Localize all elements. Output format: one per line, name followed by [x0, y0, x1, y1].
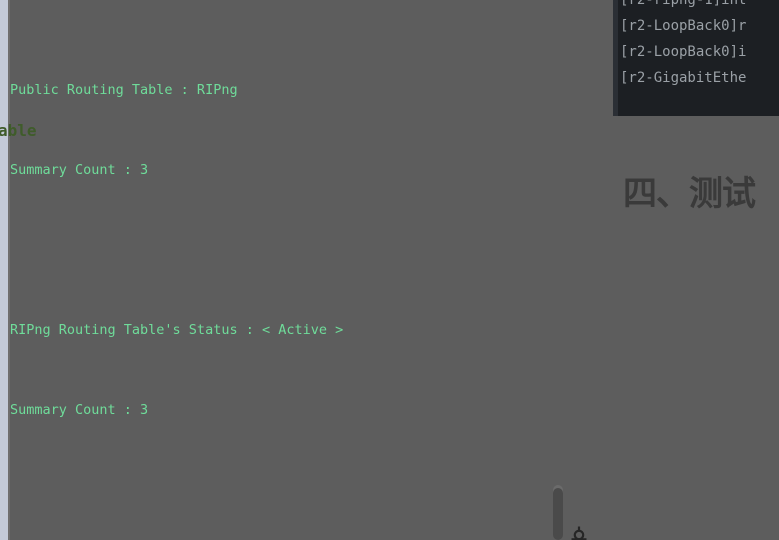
terminal-window: Public Routing Table : RIPng Summary Cou…: [0, 0, 779, 540]
output-blank-line: [10, 240, 779, 260]
target-icon[interactable]: [570, 524, 588, 540]
overlay-panel-edge: [613, 0, 618, 116]
public-summary-count-line: Summary Count : 3: [10, 162, 149, 178]
window-left-edge: [0, 0, 8, 540]
ghost-text-able: able: [0, 121, 37, 140]
public-routing-table-line: Public Routing Table : RIPng: [10, 82, 238, 98]
overlay-panel-line-1: [r2-LoopBack0]r: [620, 18, 747, 34]
overlay-panel-line-0: [r2-ripng-1]int: [620, 0, 747, 8]
active-status-line: RIPng Routing Table's Status : < Active …: [10, 322, 344, 338]
output-blank-line: [10, 480, 779, 500]
vertical-scrollbar-thumb[interactable]: [553, 488, 563, 540]
output-line: Summary Count : 3: [10, 400, 779, 420]
watermark-text: 四、测试: [623, 174, 756, 214]
active-summary-count-line: Summary Count : 3: [10, 402, 149, 418]
overlay-terminal-panel[interactable]: [r2-ripng-1]int [r2-LoopBack0]r [r2-Loop…: [613, 0, 779, 116]
overlay-panel-line-2: [r2-LoopBack0]i: [620, 44, 747, 60]
overlay-panel-line-3: [r2-GigabitEthe: [620, 70, 747, 86]
output-line: RIPng Routing Table's Status : < Active …: [10, 320, 779, 340]
